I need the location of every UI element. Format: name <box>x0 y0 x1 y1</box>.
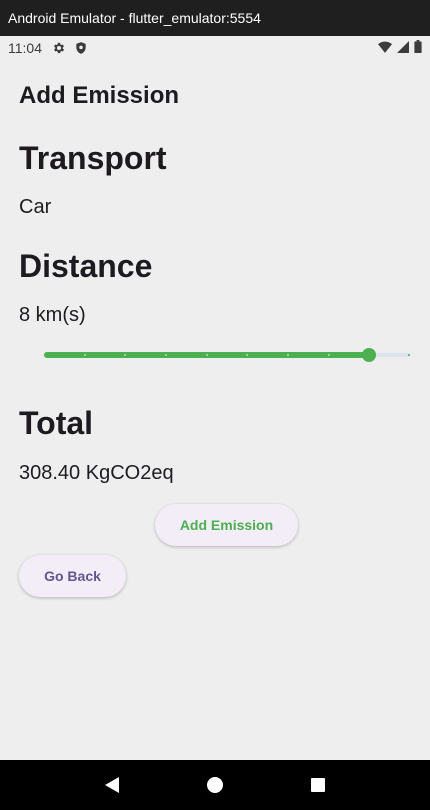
recents-icon[interactable] <box>298 765 338 805</box>
slider-thumb[interactable] <box>362 348 377 362</box>
status-time: 11:04 <box>8 40 42 56</box>
signal-icon <box>397 40 409 56</box>
add-emission-button[interactable]: Add Emission <box>155 504 298 546</box>
slider-tick <box>287 354 289 356</box>
slider-tick <box>205 354 208 356</box>
settings-icon <box>52 41 66 55</box>
window-title: Android Emulator - flutter_emulator:5554 <box>8 10 261 26</box>
distance-slider[interactable] <box>44 345 410 365</box>
back-icon[interactable] <box>92 765 132 805</box>
slider-tick <box>165 354 167 356</box>
battery-icon <box>414 40 422 56</box>
go-back-button[interactable]: Go Back <box>19 555 126 597</box>
transport-value: Car <box>19 196 52 218</box>
total-heading: Total <box>19 405 94 441</box>
distance-heading: Distance <box>19 248 153 284</box>
status-right-icons <box>378 40 422 56</box>
home-icon[interactable] <box>195 765 235 805</box>
app-screen: Add Emission Transport Car Distance 8 km… <box>0 60 430 760</box>
distance-value: 8 km(s) <box>19 304 86 326</box>
shield-icon <box>74 41 88 55</box>
android-nav-bar <box>0 760 430 810</box>
slider-tick <box>408 354 410 356</box>
window-titlebar: Android Emulator - flutter_emulator:5554 <box>0 0 430 36</box>
page-title: Add Emission <box>19 82 180 109</box>
transport-heading: Transport <box>19 140 167 176</box>
slider-tick <box>327 354 330 356</box>
wifi-icon <box>378 40 392 56</box>
status-bar: 11:04 <box>0 36 430 60</box>
slider-tick <box>83 354 86 356</box>
total-value: 308.40 KgCO2eq <box>19 462 174 484</box>
